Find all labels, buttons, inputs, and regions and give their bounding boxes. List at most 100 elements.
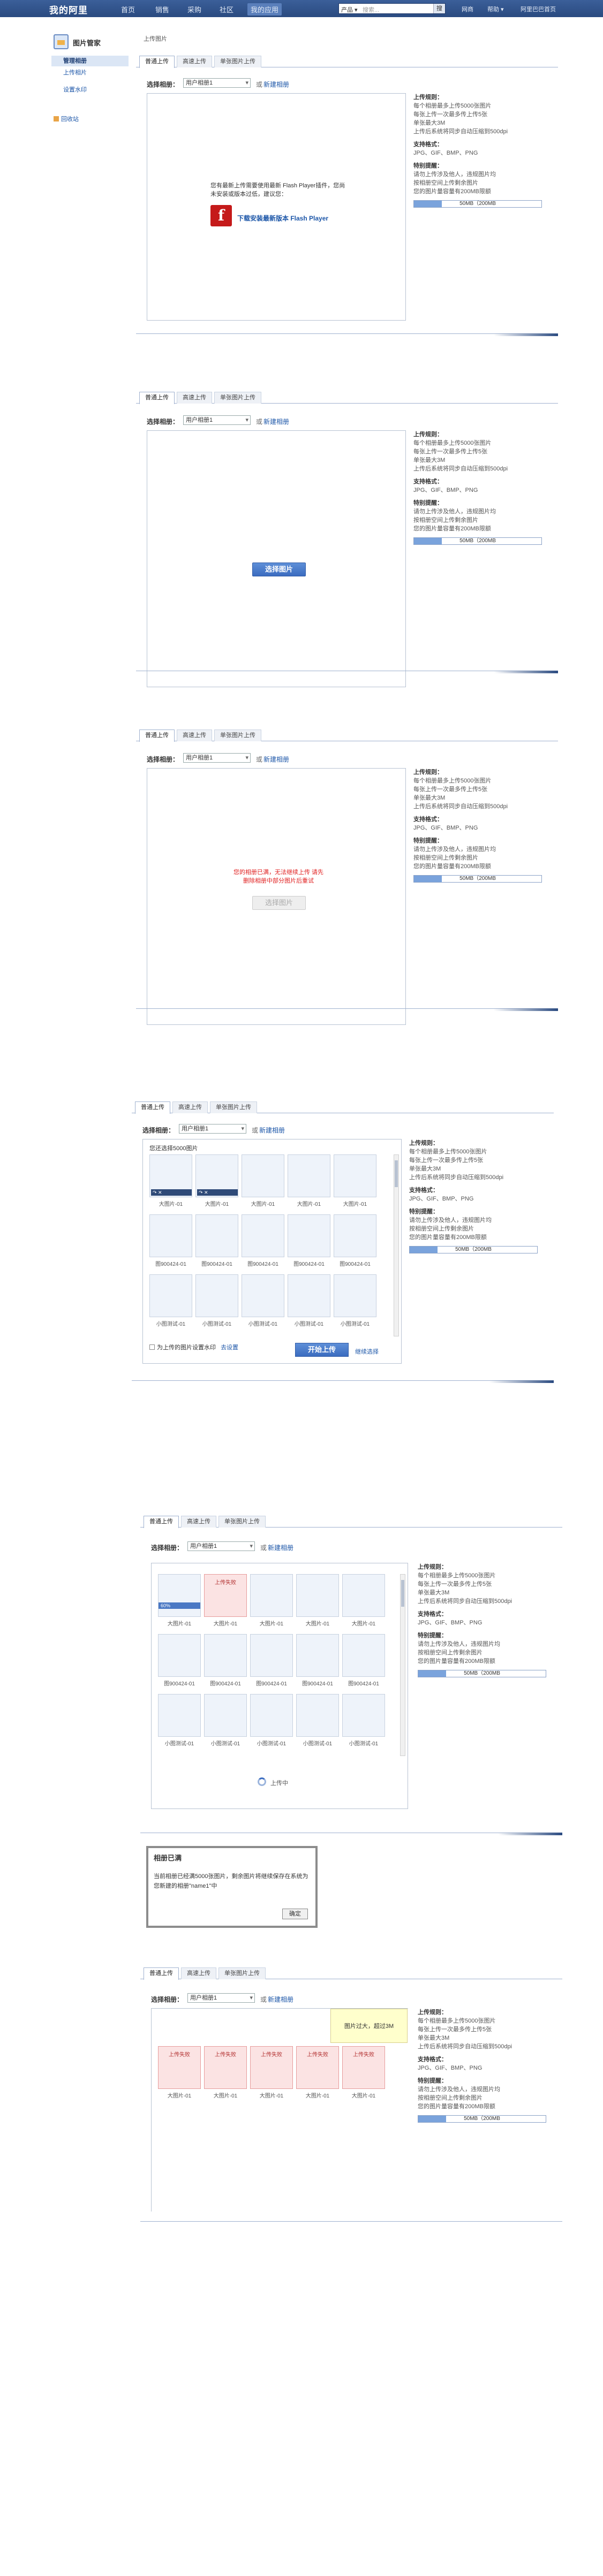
nav-community[interactable]: 社区 (220, 4, 233, 14)
rotate-delete-controls[interactable]: ↷ ✕ (151, 1189, 192, 1196)
thumb-cell[interactable]: 图900424-01 (334, 1214, 376, 1270)
thumb-caption: 图900424-01 (164, 1681, 195, 1687)
new-album-link[interactable]: 新建相册 (268, 1543, 293, 1552)
thumb-cell[interactable]: ↷ ✕ 大图片-01 (195, 1154, 238, 1210)
tab-fast-upload[interactable]: 高速上传 (177, 56, 212, 67)
tab-normal-upload[interactable]: 普通上传 (139, 730, 175, 742)
thumb-cell[interactable]: 图900424-01 (149, 1214, 192, 1270)
tab-single-upload[interactable]: 单张图片上传 (214, 730, 261, 741)
tips-title: 特别提醒： (418, 2078, 447, 2084)
nav-purchase[interactable]: 采购 (187, 4, 201, 14)
nav-my-apps[interactable]: 我的应用 (247, 3, 282, 16)
thumb-image: ↷ ✕ (195, 1154, 238, 1197)
capacity-bar: 50MB（200MB (413, 537, 542, 545)
album-select[interactable]: 用户相册1 (179, 1124, 246, 1134)
rotate-delete-controls[interactable]: ↷ ✕ (197, 1189, 238, 1196)
rules-title: 上传规则： (409, 1140, 439, 1146)
new-album-link[interactable]: 新建相册 (259, 1126, 285, 1135)
thumb-cell[interactable]: 大图片-01 (334, 1154, 376, 1210)
thumb-cell[interactable]: 小图测试-01 (334, 1274, 376, 1330)
formats-text: JPG、GIF、BMP、PNG (409, 1196, 474, 1202)
new-album-link[interactable]: 新建相册 (263, 417, 289, 426)
grid-scrollbar[interactable] (400, 1574, 405, 1756)
thumb-cell[interactable]: 小图测试-01 (149, 1274, 192, 1330)
capacity-bar: 50MB（200MB (413, 875, 542, 883)
search-button[interactable]: 搜 (433, 4, 445, 13)
tab-single-upload[interactable]: 单张图片上传 (218, 1967, 266, 1979)
scrollbar-thumb[interactable] (401, 1580, 404, 1607)
capacity-text: 50MB（200MB (464, 2116, 500, 2122)
thumb-cell[interactable]: 小图测试-01 (195, 1274, 238, 1330)
tab-fast-upload[interactable]: 高速上传 (181, 1516, 216, 1528)
tab-normal-upload[interactable]: 普通上传 (144, 1516, 179, 1528)
tab-normal-upload[interactable]: 普通上传 (139, 392, 175, 404)
album-select[interactable]: 用户相册1 (183, 415, 251, 425)
thumb-caption: 大图片-01 (305, 2093, 330, 2099)
dialog-ok-button[interactable]: 确定 (282, 1909, 308, 1919)
nav-sales[interactable]: 销售 (155, 4, 169, 14)
tab-fast-upload[interactable]: 高速上传 (177, 392, 212, 404)
thumb-image (242, 1274, 284, 1317)
new-album-link[interactable]: 新建相册 (268, 1995, 293, 2004)
thumb-image (342, 1694, 385, 1737)
sidebar-item-upload[interactable]: 上传相片 (51, 67, 129, 78)
nav-home[interactable]: 首页 (121, 4, 135, 14)
upload-panel-grid: 普通上传 高速上传 单张图片上传 选择相册： 用户相册1 或 新建相册 您还选择… (132, 1081, 554, 1384)
search-input[interactable]: 搜索... (363, 5, 379, 14)
tab-single-upload[interactable]: 单张图片上传 (218, 1516, 266, 1528)
sidebar-item-manage-albums[interactable]: 管理相册 (51, 56, 129, 66)
thumb-image-failed: 上传失败 (342, 2046, 385, 2089)
start-upload-button[interactable]: 开始上传 (295, 1343, 349, 1357)
logo[interactable]: 我的阿里 (49, 3, 88, 16)
tab-bar: 普通上传 高速上传 单张图片上传 (136, 392, 558, 404)
continue-select-link[interactable]: 继续选择 (355, 1347, 379, 1356)
tab-single-upload[interactable]: 单张图片上传 (214, 392, 261, 404)
album-select[interactable]: 用户相册1 (183, 753, 251, 763)
thumb-cell[interactable]: 图900424-01 (195, 1214, 238, 1270)
search-category-select[interactable]: 产品 ▾ (341, 5, 358, 14)
watermark-checkbox[interactable] (149, 1344, 155, 1350)
watermark-settings-link[interactable]: 去设置 (221, 1344, 238, 1351)
dialog-body: 当前相册已经满5000张图片，剩余图片将继续保存在系统为您新建的相册"name1… (154, 1873, 308, 1889)
new-album-link[interactable]: 新建相册 (263, 80, 289, 89)
sidebar-item-recycle[interactable]: 回收站 (54, 115, 79, 123)
sidebar-item-recycle-label: 回收站 (61, 116, 79, 123)
tab-single-upload[interactable]: 单张图片上传 (210, 1101, 257, 1113)
top-link-alibaba-home[interactable]: 阿里巴巴首页 (521, 5, 556, 13)
formats-title: 支持格式： (413, 141, 443, 148)
flash-download-link[interactable]: 下载安装最新版本 Flash Player (237, 214, 328, 223)
tab-normal-upload[interactable]: 普通上传 (144, 1967, 179, 1980)
thumb-caption: 大图片-01 (251, 1202, 275, 1207)
search-box[interactable]: 产品 ▾ 搜索... 搜 (338, 3, 446, 14)
select-images-button[interactable]: 选择图片 (252, 563, 306, 576)
album-select[interactable]: 用户相册1 (187, 1541, 255, 1551)
upload-rules: 上传规则： 每个相册最多上传5000张图片 每张上传一次最多传上传5张 单张最大… (413, 768, 542, 883)
tab-normal-upload[interactable]: 普通上传 (139, 56, 175, 68)
sidebar-item-watermark[interactable]: 设置水印 (51, 85, 129, 95)
formats-title: 支持格式： (413, 816, 443, 823)
tab-fast-upload[interactable]: 高速上传 (172, 1101, 208, 1113)
tip-line: 您的图片量容量有200MB限额 (418, 1658, 495, 1665)
thumb-caption: 大图片-01 (297, 1202, 321, 1207)
thumb-cell[interactable]: 大图片-01 (288, 1154, 330, 1210)
tab-single-upload[interactable]: 单张图片上传 (214, 56, 261, 67)
panel-divider (136, 671, 558, 674)
grid-scrollbar[interactable] (394, 1154, 399, 1336)
top-link-help[interactable]: 帮助 ▾ (487, 5, 504, 13)
new-album-link[interactable]: 新建相册 (263, 755, 289, 764)
album-select[interactable]: 用户相册1 (187, 1993, 255, 2003)
thumb-cell[interactable]: 图900424-01 (288, 1214, 330, 1270)
scrollbar-thumb[interactable] (395, 1160, 398, 1187)
upload-panel-uploading: 普通上传 高速上传 单张图片上传 选择相册： 用户相册1 或 新建相册 60% 大… (140, 1493, 562, 1836)
thumb-cell[interactable]: ↷ ✕ 大图片-01 (149, 1154, 192, 1210)
top-link-wangshang[interactable]: 网商 (462, 5, 473, 13)
thumb-cell[interactable]: 小图测试-01 (288, 1274, 330, 1330)
thumb-image (288, 1274, 330, 1317)
thumb-cell[interactable]: 大图片-01 (242, 1154, 284, 1210)
tab-fast-upload[interactable]: 高速上传 (181, 1967, 216, 1979)
album-select[interactable]: 用户相册1 (183, 78, 251, 88)
thumb-cell[interactable]: 图900424-01 (242, 1214, 284, 1270)
tab-fast-upload[interactable]: 高速上传 (177, 730, 212, 741)
tab-normal-upload[interactable]: 普通上传 (135, 1101, 170, 1114)
thumb-cell[interactable]: 小图测试-01 (242, 1274, 284, 1330)
